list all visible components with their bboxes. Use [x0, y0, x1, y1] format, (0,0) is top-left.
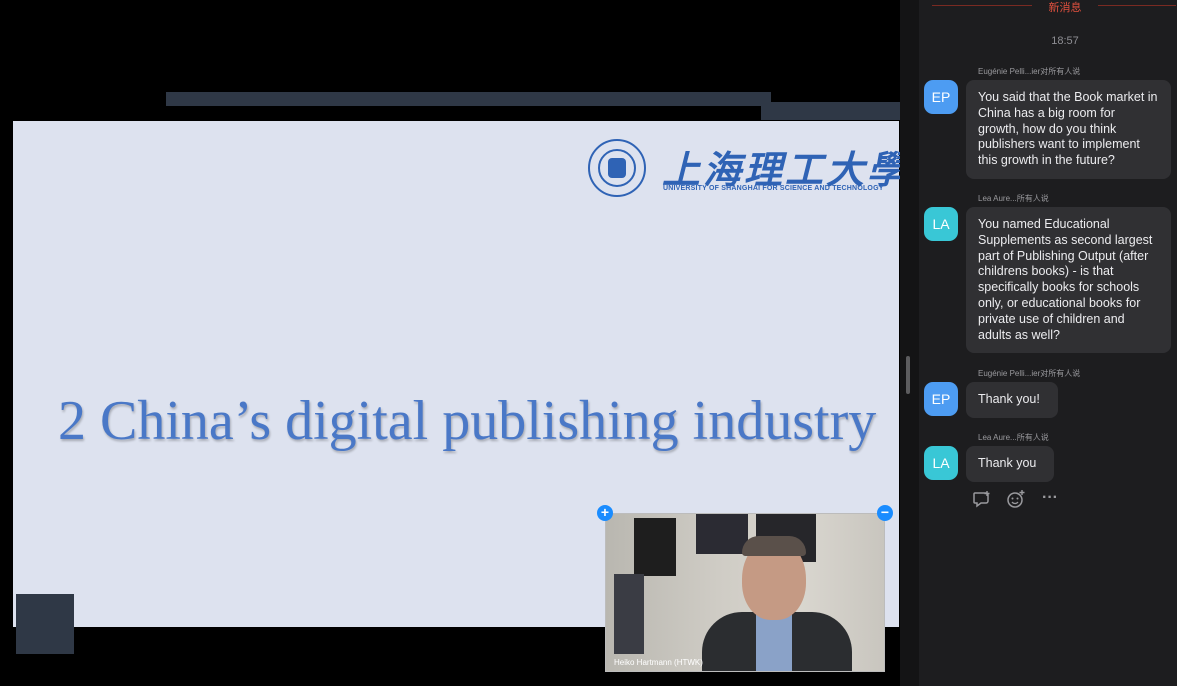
screen-corner-block: [16, 594, 74, 654]
avatar[interactable]: LA: [924, 207, 958, 241]
screen-edge-bar: [166, 92, 771, 106]
expand-video-button[interactable]: +: [597, 505, 613, 521]
new-messages-line: [932, 5, 1032, 6]
slide-title: 2 China’s digital publishing industry: [58, 390, 877, 452]
message-sender: Lea Aure...所有人说: [978, 433, 1049, 442]
message-bubble[interactable]: You said that the Book market in China h…: [966, 80, 1171, 179]
screen-edge-bar: [761, 102, 900, 120]
participant-name: Heiko Hartmann (HTWK): [614, 658, 703, 667]
add-reaction-icon[interactable]: [1006, 490, 1026, 513]
new-messages-label: 新消息: [1048, 2, 1082, 14]
shared-screen: 上海理工大學 UNIVERSITY OF SHANGHAI FOR SCIENC…: [0, 0, 905, 686]
message-sender: Eugénie Pelli...ier对所有人说: [978, 67, 1081, 76]
message-bubble[interactable]: You named Educational Supplements as sec…: [966, 207, 1171, 353]
university-seal-icon: [588, 139, 646, 197]
university-name-en: UNIVERSITY OF SHANGHAI FOR SCIENCE AND T…: [663, 185, 884, 192]
message-sender: Eugénie Pelli...ier对所有人说: [978, 369, 1081, 378]
avatar[interactable]: LA: [924, 446, 958, 480]
resize-handle[interactable]: [906, 356, 910, 394]
avatar[interactable]: EP: [924, 80, 958, 114]
message-time: 18:57: [1051, 35, 1079, 47]
collapse-video-button[interactable]: −: [877, 505, 893, 521]
message-bubble[interactable]: Thank you: [966, 446, 1054, 482]
panel-divider: [900, 0, 919, 686]
message-bubble[interactable]: Thank you!: [966, 382, 1058, 418]
reply-icon[interactable]: [972, 490, 992, 513]
participant-video[interactable]: Heiko Hartmann (HTWK): [605, 513, 885, 672]
avatar[interactable]: EP: [924, 382, 958, 416]
new-messages-line: [1098, 5, 1176, 6]
message-sender: Lea Aure...所有人说: [978, 194, 1049, 203]
university-logo: 上海理工大學 UNIVERSITY OF SHANGHAI FOR SCIENC…: [588, 137, 905, 201]
more-icon[interactable]: ···: [1042, 489, 1058, 507]
